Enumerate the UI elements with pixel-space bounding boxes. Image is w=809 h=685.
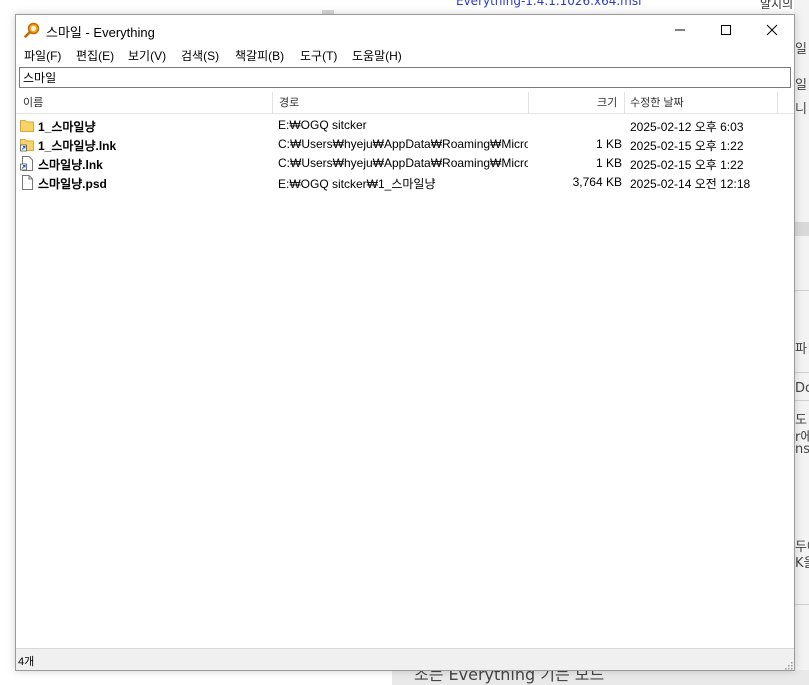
minimize-button[interactable] [657,15,703,45]
row-date: 2025-02-12 오후 6:03 [630,120,744,134]
column-divider[interactable] [777,92,778,114]
background-text: 니 [795,102,807,117]
background-window-bottom: 조는 Everything 기는 모드 [392,670,809,685]
row-name: 스마일냥.psd [38,177,107,191]
row-date: 2025-02-15 오후 1:22 [630,139,744,153]
background-divider [794,400,809,401]
shortcut-file-icon [20,156,34,171]
background-text: K을 [795,556,809,571]
row-size: 3,764 KB [572,175,622,189]
background-block [794,222,809,236]
column-header-size[interactable]: 크기 [597,92,617,114]
column-divider[interactable] [528,92,529,114]
row-name: 1_스마일냥.lnk [38,139,117,153]
folder-icon [20,118,34,133]
column-header-name[interactable]: 이름 [23,92,43,114]
window-title: 스마일 - Everything [46,25,155,40]
result-count: 4개 [18,656,35,668]
search-input[interactable] [20,68,790,87]
status-bar: 4개 [16,648,794,670]
background-text: 일 [795,42,807,57]
row-size: 1 KB [595,156,622,170]
table-row[interactable]: 스마일냥.psd E:₩OGQ sitcker₩1_스마일냥 3,764 KB … [16,173,794,192]
table-row[interactable]: 스마일냥.lnk C:₩Users₩hyeju₩AppData₩Roaming₩… [16,154,794,173]
column-header: 이름 경로 크기 수정한 날짜 [16,92,794,114]
row-path: C:₩Users₩hyeju₩AppData₩Roaming₩Micro... [278,156,528,170]
row-date: 2025-02-14 오전 12:18 [630,177,751,191]
menu-edit[interactable]: 편집(E) [76,47,114,64]
background-window-title: Everything-1.4.1.1026.x64.msi [456,0,642,8]
resize-grip-icon[interactable] [783,659,793,670]
everything-window: 스마일 - Everything 파일(F) 편집(E) 보기(V) 검색(S)… [15,14,795,671]
menu-bookmarks[interactable]: 책갈피(B) [235,47,284,64]
row-path: E:₩OGQ sitcker [278,118,367,132]
search-box[interactable] [19,67,791,88]
maximize-icon [721,25,731,35]
title-bar[interactable]: 스마일 - Everything [16,15,794,45]
column-divider[interactable] [624,92,625,114]
menu-file[interactable]: 파일(F) [24,47,61,64]
background-text: 일 [795,78,807,93]
menu-help[interactable]: 도움말(H) [352,47,402,64]
column-header-path[interactable]: 경로 [279,92,299,114]
row-size: 1 KB [595,137,622,151]
row-name: 1_스마일냥 [38,120,96,134]
background-text: ns [795,442,809,457]
menu-view[interactable]: 보기(V) [128,47,166,64]
column-header-date[interactable]: 수정한 날짜 [630,92,684,114]
row-date: 2025-02-15 오후 1:22 [630,158,744,172]
background-divider [794,290,809,291]
table-row[interactable]: 1_스마일냥.lnk C:₩Users₩hyeju₩AppData₩Roamin… [16,135,794,154]
menu-search[interactable]: 검색(S) [181,47,219,64]
background-text: 파! [795,342,809,357]
close-icon [766,24,778,36]
file-icon [20,175,34,190]
menu-bar: 파일(F) 편집(E) 보기(V) 검색(S) 책갈피(B) 도구(T) 도움말… [16,45,794,65]
magnifier-icon [24,22,40,38]
table-row[interactable]: 1_스마일냥 E:₩OGQ sitcker 2025-02-12 오후 6:03 [16,116,794,135]
background-divider [794,372,809,373]
minimize-icon [675,29,685,31]
row-path: C:₩Users₩hyeju₩AppData₩Roaming₩Micro... [278,137,528,151]
background-bottom-text: 조는 Everything 기는 모드 [414,670,605,684]
background-text: Do [795,381,809,396]
row-path: E:₩OGQ sitcker₩1_스마일냥 [278,177,436,191]
maximize-button[interactable] [703,15,749,45]
row-name: 스마일냥.lnk [38,158,103,172]
close-button[interactable] [749,15,795,45]
menu-tools[interactable]: 도구(T) [300,47,337,64]
column-divider[interactable] [272,92,273,114]
shortcut-icon [20,137,34,152]
background-divider [794,604,809,605]
